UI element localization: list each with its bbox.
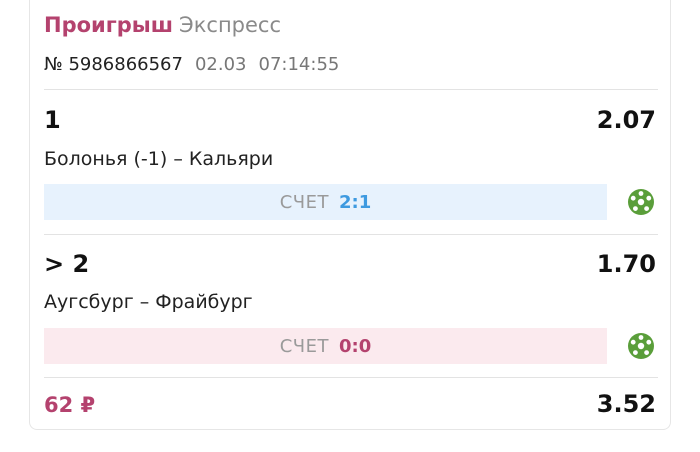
- divider: [44, 89, 658, 90]
- bet-date: 02.03: [194, 54, 247, 75]
- bet-stake: 62 ₽: [44, 393, 96, 417]
- divider: [44, 234, 658, 235]
- bet-status: Проигрыш: [44, 13, 174, 37]
- bet-card[interactable]: Проигрыш Экспресс № 5986866567 02.03 07:14:…: [29, 0, 671, 430]
- event-match[interactable]: Аугсбург – Фрайбург: [44, 290, 253, 314]
- soccer-ball-icon: [628, 333, 654, 359]
- event-odds: 1.70: [596, 250, 656, 278]
- bet-type: Экспресс: [179, 13, 282, 37]
- event-outcome: > 2: [44, 250, 90, 278]
- bet-number: № 5986866567: [44, 54, 183, 75]
- soccer-ball-icon: [628, 189, 654, 215]
- event-odds: 2.07: [596, 106, 656, 134]
- score-bar: СЧЕТ 0:0: [44, 328, 607, 364]
- bet-title: Проигрыш Экспресс: [44, 12, 281, 38]
- bet-time: 07:14:55: [258, 54, 340, 75]
- bet-meta: № 5986866567 02.03 07:14:55: [44, 53, 339, 77]
- event-outcome: 1: [44, 106, 61, 134]
- event-match[interactable]: Болонья (-1) – Кальяри: [44, 147, 273, 171]
- score-label: СЧЕТ: [279, 191, 330, 213]
- divider: [44, 377, 658, 378]
- score-value: 2:1: [339, 191, 372, 213]
- score-bar: СЧЕТ 2:1: [44, 184, 607, 220]
- score-label: СЧЕТ: [279, 335, 330, 357]
- score-value: 0:0: [339, 335, 372, 357]
- total-odds: 3.52: [596, 390, 656, 418]
